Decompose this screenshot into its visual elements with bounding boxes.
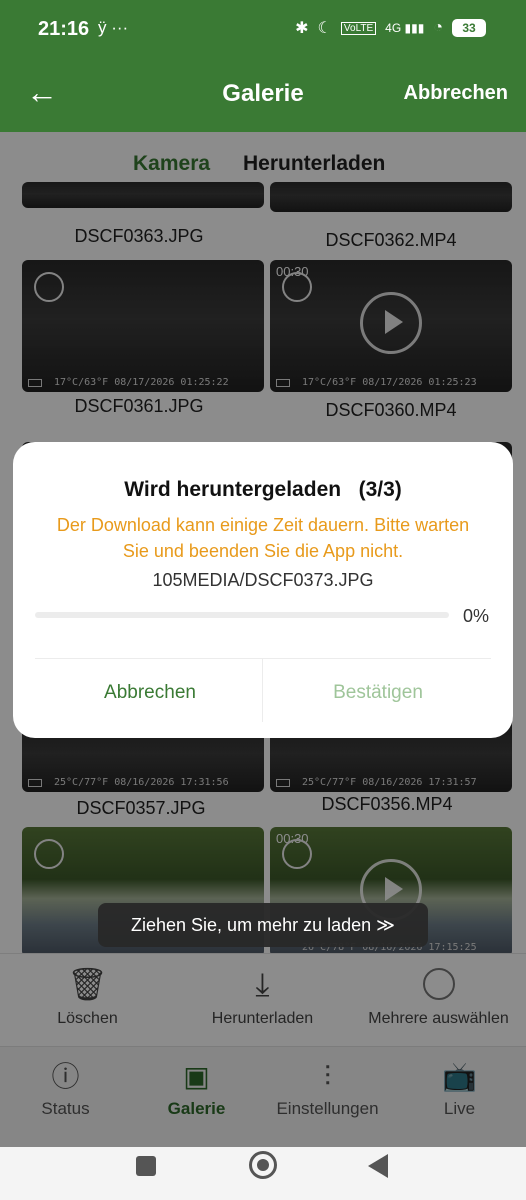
progress-percent: 0% (463, 606, 490, 626)
recents-icon[interactable] (136, 1156, 156, 1176)
dialog-title: Wird heruntergeladen (3/3) (124, 478, 402, 501)
download-dialog: Wird heruntergeladen (3/3) Der Download … (13, 442, 513, 738)
notification-icons: ÿ ··· (98, 18, 129, 37)
dnd-moon-icon: ☾ (317, 20, 332, 37)
dialog-confirm-button[interactable]: Bestätigen (263, 682, 493, 704)
bluetooth-icon: ✱ (295, 20, 309, 37)
dialog-cancel-button[interactable]: Abbrechen (35, 682, 265, 704)
battery-icon: 33 (452, 19, 486, 37)
download-file-path: 105MEDIA/DSCF0373.JPG (152, 570, 374, 590)
app-header: ← Galerie Abbrechen (0, 60, 526, 132)
status-time: 21:16 (38, 18, 90, 40)
system-back-icon[interactable] (368, 1154, 388, 1178)
signal-icon: 4G ▮▮▮ (385, 21, 425, 35)
dialog-divider (35, 658, 491, 659)
status-bar: 21:16 ÿ ··· ✱ ☾ VoLTE 4G ▮▮▮ ◔ 33 (0, 0, 526, 60)
header-cancel-button[interactable]: Abbrechen (404, 82, 508, 105)
pull-to-load-hint: Ziehen Sie, um mehr zu laden ≫ (98, 903, 428, 947)
status-right-icons: ✱ ☾ VoLTE 4G ▮▮▮ ◔ 33 (295, 18, 486, 38)
wifi-icon: ◔ (433, 19, 443, 36)
progress-track (35, 612, 449, 618)
home-icon[interactable] (249, 1151, 277, 1179)
volte-icon: VoLTE (340, 21, 377, 35)
dialog-warning-message: Der Download kann einige Zeit dauern. Bi… (56, 515, 470, 561)
